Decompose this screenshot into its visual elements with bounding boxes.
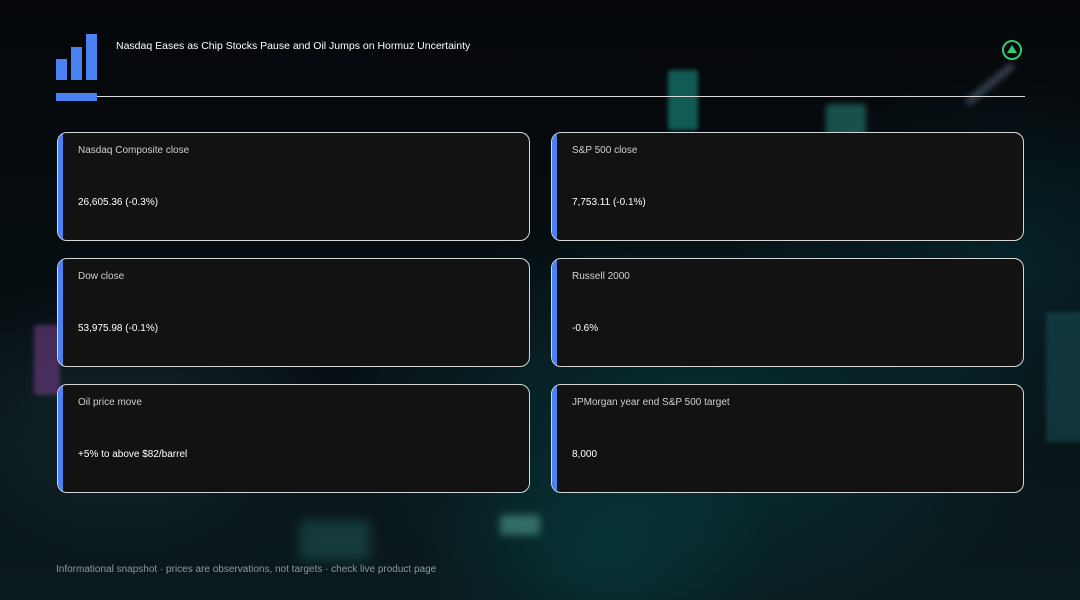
card-label: S&P 500 close — [572, 145, 638, 156]
card-label: Nasdaq Composite close — [78, 145, 190, 156]
card-label: JPMorgan year end S&P 500 target — [572, 397, 730, 408]
metric-card-sp500: S&P 500 close 7,753.11 (-0.1%) — [551, 132, 1024, 241]
page-title: Nasdaq Eases as Chip Stocks Pause and Oi… — [116, 40, 471, 52]
metric-card-oil: Oil price move +5% to above $82/barrel — [57, 384, 530, 493]
up-triangle-icon — [1002, 40, 1022, 60]
card-value: 8,000 — [572, 449, 598, 460]
metric-card-dow: Dow close 53,975.98 (-0.1%) — [57, 258, 530, 367]
slide: Nasdaq Eases as Chip Stocks Pause and Oi… — [0, 0, 1080, 600]
bar-chart-icon — [56, 34, 98, 80]
card-value: 7,753.11 (-0.1%) — [572, 197, 646, 208]
card-accent-strip — [58, 385, 63, 492]
card-accent-strip — [552, 133, 557, 240]
card-accent-strip — [58, 259, 63, 366]
card-accent-strip — [58, 133, 63, 240]
footer-disclaimer: Informational snapshot · prices are obse… — [56, 564, 437, 575]
card-label: Dow close — [78, 271, 125, 282]
card-label: Oil price move — [78, 397, 142, 408]
card-value: 53,975.98 (-0.1%) — [78, 323, 159, 334]
metric-card-jpm-target: JPMorgan year end S&P 500 target 8,000 — [551, 384, 1024, 493]
metric-card-russell: Russell 2000 -0.6% — [551, 258, 1024, 367]
header-divider — [56, 96, 1025, 97]
card-value: +5% to above $82/barrel — [78, 449, 188, 460]
metric-card-nasdaq: Nasdaq Composite close 26,605.36 (-0.3%) — [57, 132, 530, 241]
header-accent-bar — [56, 93, 97, 101]
card-label: Russell 2000 — [572, 271, 630, 282]
card-value: -0.6% — [572, 323, 599, 334]
card-accent-strip — [552, 259, 557, 366]
card-value: 26,605.36 (-0.3%) — [78, 197, 159, 208]
card-accent-strip — [552, 385, 557, 492]
